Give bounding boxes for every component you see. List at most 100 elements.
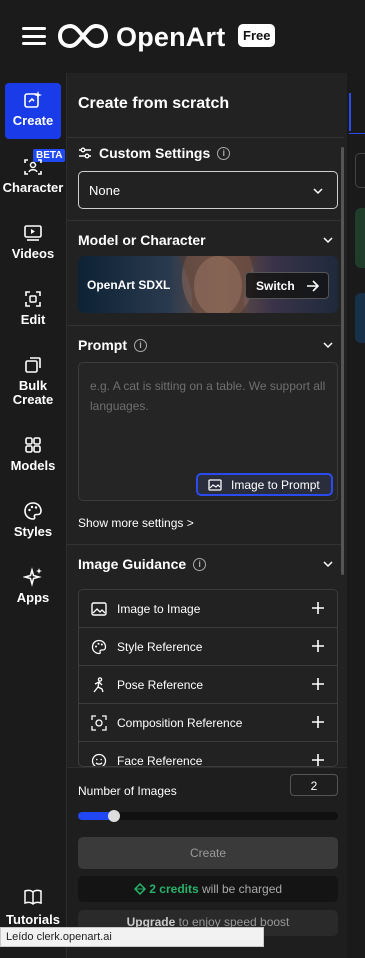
custom-settings-value: None bbox=[89, 183, 121, 198]
nav-videos-label: Videos bbox=[11, 246, 55, 261]
image-guidance-heading: Image Guidance i bbox=[78, 556, 207, 572]
tab-indicator bbox=[349, 93, 351, 131]
pose-figure-icon bbox=[93, 677, 104, 693]
diamond-icon bbox=[133, 882, 147, 896]
card-edge[interactable] bbox=[355, 293, 365, 343]
create-button[interactable]: Create bbox=[78, 837, 338, 869]
browser-status-bar: Leído clerk.openart.ai bbox=[0, 927, 264, 947]
info-icon[interactable]: i bbox=[193, 557, 207, 571]
guidance-label: Style Reference bbox=[117, 639, 203, 654]
guidance-composition-reference[interactable]: Composition Reference bbox=[79, 704, 337, 742]
plan-badge: Free bbox=[238, 24, 276, 47]
chevron-down-icon[interactable] bbox=[323, 559, 333, 569]
nav-apps-label: Apps bbox=[16, 590, 50, 605]
arrow-right-icon bbox=[307, 280, 319, 292]
panel-scrollbar[interactable] bbox=[341, 147, 344, 575]
panel-title: Create from scratch bbox=[78, 95, 230, 112]
create-panel: Create from scratch Custom Settings i No… bbox=[66, 73, 348, 958]
guidance-pose-reference[interactable]: Pose Reference bbox=[79, 666, 337, 704]
image-guidance-label: Image Guidance bbox=[78, 556, 187, 572]
custom-settings-select[interactable]: None bbox=[78, 171, 338, 209]
sparkles-icon bbox=[23, 567, 42, 587]
switch-label: Switch bbox=[256, 279, 295, 293]
divider bbox=[67, 220, 344, 221]
info-icon[interactable]: i bbox=[217, 146, 231, 160]
plus-icon[interactable] bbox=[311, 639, 325, 653]
nav-create-label: Create bbox=[12, 113, 54, 128]
chevron-down-icon[interactable] bbox=[323, 340, 333, 350]
slider-thumb[interactable] bbox=[108, 810, 121, 822]
stack-icon bbox=[25, 357, 41, 373]
nav-edit[interactable]: Edit bbox=[0, 289, 66, 327]
show-more-settings-link[interactable]: Show more settings > bbox=[78, 516, 194, 530]
chevron-down-icon bbox=[313, 188, 323, 195]
number-of-images-slider[interactable] bbox=[78, 810, 338, 822]
image-icon bbox=[208, 479, 222, 491]
number-of-images-input[interactable]: 2 bbox=[290, 774, 338, 796]
canvas-area bbox=[347, 73, 365, 958]
brand-name: OpenArt bbox=[116, 22, 226, 52]
plus-icon[interactable] bbox=[311, 601, 325, 615]
guidance-image-to-image[interactable]: Image to Image bbox=[79, 590, 337, 628]
prompt-input[interactable]: e.g. A cat is sitting on a table. We sup… bbox=[78, 362, 338, 501]
top-bar: OpenArt Free bbox=[0, 0, 365, 73]
model-name: OpenArt SDXL bbox=[87, 278, 171, 292]
nav-create[interactable]: Create bbox=[5, 83, 61, 139]
nav-bulk-create-label: Bulk Create bbox=[12, 378, 54, 407]
edit-frame-icon bbox=[25, 291, 41, 307]
book-icon bbox=[24, 889, 42, 906]
composition-icon bbox=[91, 715, 107, 731]
nav-tutorials[interactable]: Tutorials bbox=[0, 888, 66, 927]
left-nav: Create BETA Character Videos Edit Bulk C… bbox=[0, 73, 66, 958]
divider bbox=[67, 137, 344, 138]
image-guidance-list: Image to Image Style Reference Pose Refe… bbox=[78, 589, 338, 767]
info-icon[interactable]: i bbox=[134, 338, 147, 352]
nav-apps[interactable]: Apps bbox=[0, 567, 66, 605]
nav-bulk-create[interactable]: Bulk Create bbox=[0, 355, 66, 407]
guidance-face-reference[interactable]: Face Reference bbox=[79, 742, 337, 767]
chevron-down-icon[interactable] bbox=[323, 235, 333, 245]
credits-suffix: will be charged bbox=[198, 882, 283, 896]
guidance-label: Composition Reference bbox=[117, 715, 243, 730]
image-to-prompt-label: Image to Prompt bbox=[231, 478, 320, 492]
divider bbox=[67, 325, 344, 326]
nav-models[interactable]: Models bbox=[0, 435, 66, 473]
guidance-label: Face Reference bbox=[117, 753, 203, 767]
face-scan-icon bbox=[24, 159, 42, 175]
card-edge[interactable] bbox=[355, 208, 365, 268]
nav-styles-label: Styles bbox=[13, 524, 53, 539]
nav-edit-label: Edit bbox=[20, 312, 46, 327]
divider bbox=[67, 544, 344, 545]
nav-models-label: Models bbox=[10, 458, 56, 473]
openart-logo-icon bbox=[57, 23, 109, 49]
palette-icon bbox=[24, 502, 42, 520]
plus-icon[interactable] bbox=[311, 753, 325, 767]
nav-styles[interactable]: Styles bbox=[0, 501, 66, 539]
sliders-icon bbox=[79, 147, 91, 159]
smile-face-icon bbox=[91, 753, 107, 766]
prompt-heading-label: Prompt bbox=[78, 337, 127, 353]
video-play-icon bbox=[24, 225, 42, 241]
nav-videos[interactable]: Videos bbox=[0, 223, 66, 261]
nav-character[interactable]: Character bbox=[0, 157, 66, 195]
model-heading-label: Model or Character bbox=[78, 232, 206, 248]
guidance-style-reference[interactable]: Style Reference bbox=[79, 628, 337, 666]
palette-icon bbox=[91, 639, 107, 655]
credits-amount: 2 credits bbox=[149, 882, 199, 896]
image-icon bbox=[91, 602, 107, 616]
custom-settings-label: Custom Settings bbox=[99, 145, 211, 161]
prompt-heading: Prompt i bbox=[78, 337, 147, 353]
plus-icon[interactable] bbox=[311, 715, 325, 729]
prompt-placeholder: e.g. A cat is sitting on a table. We sup… bbox=[90, 379, 326, 413]
sparkle-edit-icon bbox=[24, 91, 42, 108]
guidance-label: Image to Image bbox=[117, 601, 201, 616]
custom-settings-heading: Custom Settings i bbox=[78, 145, 231, 161]
search-field-edge[interactable] bbox=[355, 153, 365, 188]
menu-icon[interactable] bbox=[22, 27, 46, 45]
plus-icon[interactable] bbox=[311, 677, 325, 691]
model-card[interactable]: OpenArt SDXL Switch bbox=[78, 256, 338, 313]
number-of-images-label: Number of Images bbox=[78, 784, 177, 798]
image-to-prompt-button[interactable]: Image to Prompt bbox=[196, 473, 333, 496]
switch-model-button[interactable]: Switch bbox=[245, 272, 329, 299]
model-heading: Model or Character bbox=[78, 232, 206, 248]
